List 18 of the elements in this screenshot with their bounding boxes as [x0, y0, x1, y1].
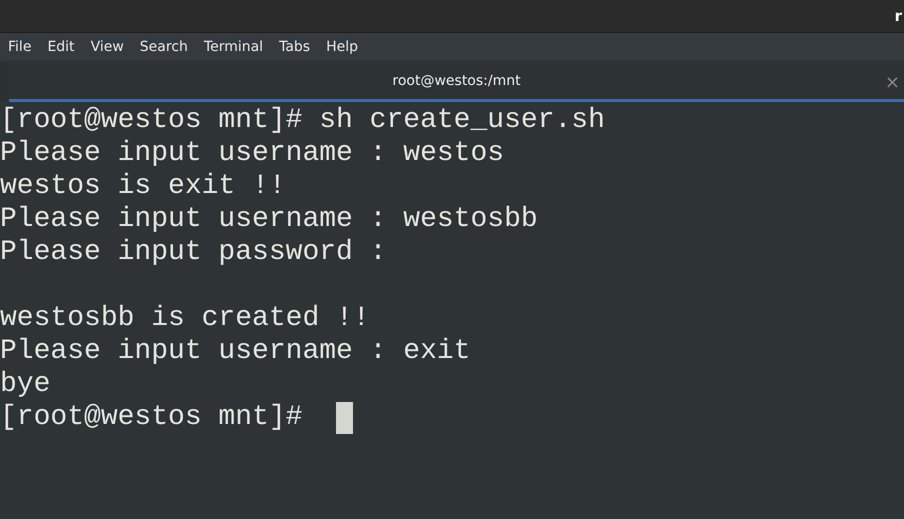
menu-item[interactable]: File: [8, 38, 32, 54]
terminal-line: bye: [0, 368, 50, 401]
menu-item[interactable]: Help: [326, 38, 358, 54]
menu-item[interactable]: Edit: [47, 38, 75, 54]
terminal-line: [root@westos mnt]# sh create_user.sh: [0, 104, 605, 137]
menu-item[interactable]: Tabs: [279, 38, 310, 54]
window-title: r: [894, 7, 902, 25]
close-tab-button[interactable]: ×: [884, 72, 900, 93]
terminal-line: Please input username : westosbb: [0, 203, 538, 236]
terminal-line: Please input password :: [0, 236, 386, 269]
menu-item[interactable]: Terminal: [204, 38, 264, 54]
terminal-line: [root@westos mnt]#: [0, 401, 302, 434]
terminal-line: westos is exit !!: [0, 170, 286, 203]
terminal-line: westosbb is created !!: [0, 302, 370, 335]
menu-item[interactable]: View: [90, 38, 124, 54]
terminal-line: Please input username : exit: [0, 335, 470, 368]
menu-item[interactable]: Search: [140, 38, 188, 54]
terminal-line: Please input username : westos: [0, 137, 504, 170]
